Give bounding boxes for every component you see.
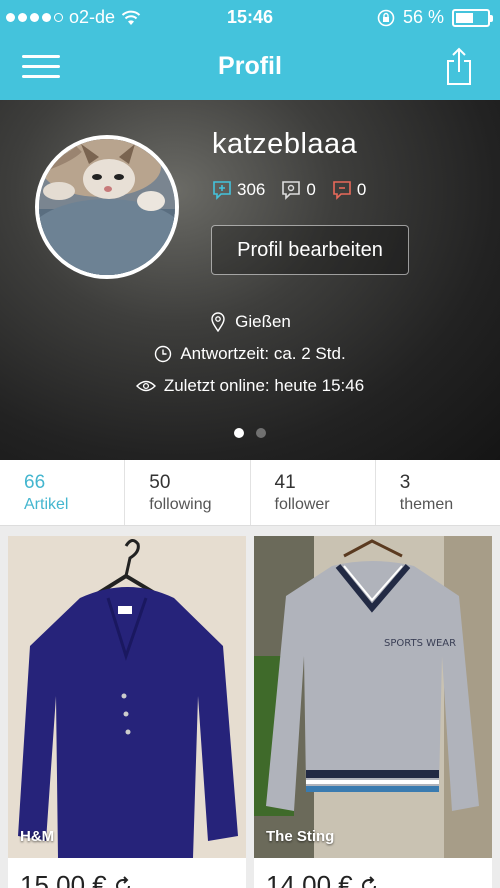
location: Gießen	[235, 312, 291, 331]
item-photo-blouse	[8, 536, 246, 858]
avatar[interactable]	[35, 135, 179, 279]
rating-counts: 306 0 0	[212, 180, 366, 200]
item-card[interactable]: H&M 15,00 €	[8, 536, 246, 888]
artikel-label: Artikel	[24, 496, 69, 513]
negative-rating[interactable]: 0	[332, 180, 366, 200]
following-count: 50	[149, 472, 171, 493]
battery-percent: 56 %	[402, 7, 444, 27]
refresh-icon	[361, 875, 376, 888]
response-time: Antwortzeit: ca. 2 Std.	[180, 344, 346, 363]
refresh-icon	[115, 875, 130, 888]
eye-icon	[135, 380, 156, 392]
status-bar: o2-de 15:46 56 %	[0, 0, 500, 36]
tab-following[interactable]: 50 following	[125, 460, 251, 525]
page-title: Profil	[218, 52, 282, 80]
item-card[interactable]: SPORTS WEAR The Sting 14,00 €	[254, 536, 492, 888]
battery-icon	[452, 8, 493, 27]
negative-comment-icon	[333, 181, 351, 200]
tab-follower[interactable]: 41 follower	[251, 460, 376, 525]
svg-text:SPORTS WEAR: SPORTS WEAR	[384, 638, 456, 649]
item-brand: The Sting	[266, 828, 335, 845]
location-pin-icon	[211, 312, 225, 332]
follower-count: 41	[274, 472, 296, 493]
nav-bar: Profil	[0, 36, 500, 100]
item-price: 15,00 €	[20, 870, 133, 888]
positive-comment-icon	[213, 181, 231, 200]
following-label: following	[149, 496, 212, 513]
share-icon[interactable]	[444, 46, 474, 86]
edit-profile-button[interactable]: Profil bearbeiten	[211, 225, 409, 275]
username: katzeblaaa	[212, 128, 358, 160]
last-online-row: Zuletzt online: heute 15:46	[0, 376, 500, 396]
positive-rating[interactable]: 306	[212, 180, 265, 200]
page-indicator[interactable]	[0, 428, 500, 438]
last-online: Zuletzt online: heute 15:46	[163, 376, 365, 395]
item-price-value: 15,00 €	[20, 870, 107, 888]
positive-count: 306	[237, 180, 266, 199]
item-price: 14,00 €	[266, 870, 379, 888]
item-brand: H&M	[20, 828, 55, 845]
cat-photo	[39, 139, 175, 275]
themen-count: 3	[399, 472, 411, 493]
tab-artikel[interactable]: 66 Artikel	[0, 460, 126, 525]
neutral-count: 0	[306, 180, 316, 199]
stats-tabs: 66 Artikel 50 following 41 follower 3 th…	[0, 460, 500, 526]
neutral-comment-icon	[282, 181, 301, 200]
follower-label: follower	[274, 496, 330, 513]
page-dot-1[interactable]	[234, 428, 244, 438]
profile-header: katzeblaaa 306 0 0 Profil bearbeiten Gie…	[0, 100, 500, 460]
item-price-value: 14,00 €	[266, 870, 353, 888]
tab-themen[interactable]: 3 themen	[376, 460, 500, 525]
rotation-lock-icon	[377, 9, 395, 26]
item-photo-sweater: SPORTS WEAR	[254, 536, 492, 858]
negative-count: 0	[356, 180, 367, 199]
response-time-row: Antwortzeit: ca. 2 Std.	[0, 344, 500, 364]
neutral-rating[interactable]: 0	[281, 180, 316, 200]
themen-label: themen	[399, 496, 454, 513]
clock-icon	[155, 345, 172, 363]
location-row: Gießen	[0, 312, 500, 332]
artikel-count: 66	[24, 472, 46, 493]
page-dot-2[interactable]	[256, 428, 266, 438]
